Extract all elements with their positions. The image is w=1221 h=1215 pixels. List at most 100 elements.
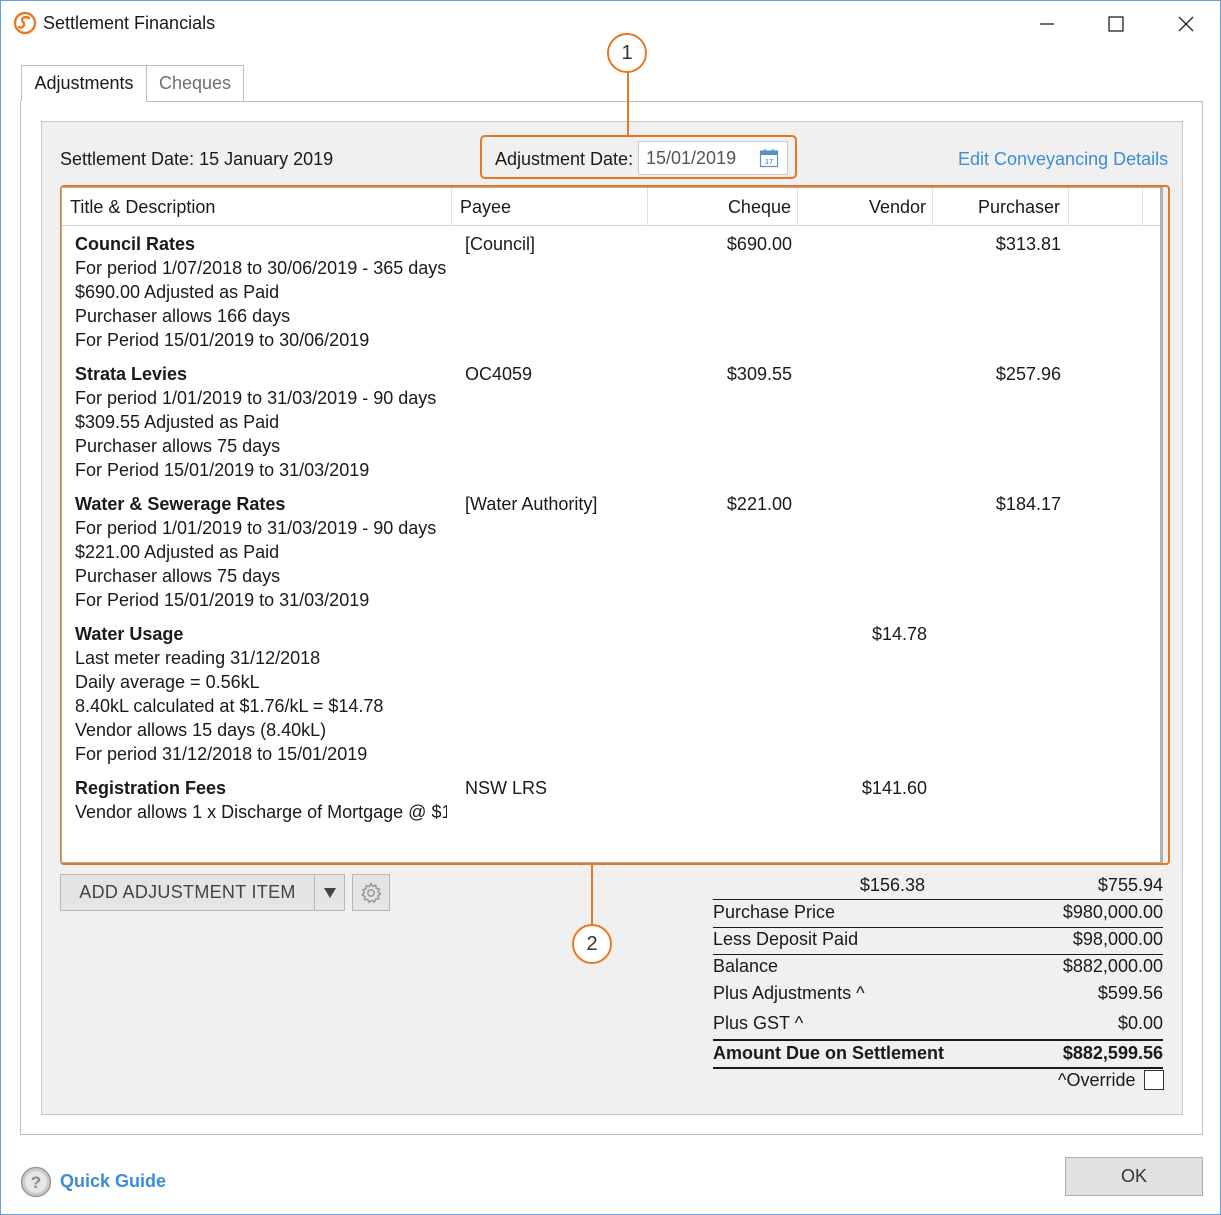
tab-adjustments[interactable]: Adjustments [21, 65, 147, 102]
settings-button[interactable] [352, 874, 390, 911]
column-header-payee[interactable]: Payee [452, 188, 648, 226]
row-title: Strata Levies [75, 364, 188, 384]
caret-down-icon [323, 887, 336, 898]
callout-2-line [591, 865, 593, 924]
maximize-button[interactable] [1096, 9, 1136, 39]
row-description-line: Purchaser allows 166 days [75, 306, 291, 326]
minimize-icon [1040, 23, 1054, 25]
plus-adjustments-label: Plus Adjustments ^ [713, 983, 865, 1003]
row-description-line: Vendor allows 15 days (8.40kL) [75, 720, 327, 740]
help-icon[interactable]: ? [20, 1166, 52, 1198]
deposit-row: Less Deposit Paid $98,000.00 [713, 927, 1163, 954]
grid-header: Title & Description Payee Cheque Vendor … [62, 188, 1162, 226]
column-header-vendor[interactable]: Vendor [798, 188, 933, 226]
row-description-line: $221.00 Adjusted as Paid [75, 542, 280, 562]
totals-divider [713, 1067, 1163, 1069]
row-title-description: Water Usage Last meter reading 31/12/201… [75, 622, 447, 766]
column-header-title[interactable]: Title & Description [62, 188, 452, 226]
row-purchaser: $313.81 [995, 234, 1061, 254]
purchase-price-label: Purchase Price [713, 902, 836, 922]
row-vendor: $141.60 [861, 778, 927, 798]
svg-text:17: 17 [765, 157, 773, 166]
row-description-line: Daily average = 0.56kL [75, 672, 260, 692]
close-icon [1178, 16, 1194, 32]
amount-due-row: Amount Due on Settlement $882,599.56 [713, 1041, 1163, 1068]
maximize-icon [1108, 16, 1124, 32]
row-description-line: Last meter reading 31/12/2018 [75, 648, 321, 668]
quick-guide-link[interactable]: Quick Guide [60, 1171, 166, 1192]
override-checkbox[interactable] [1144, 1070, 1164, 1090]
purchaser-total: $755.94 [1097, 875, 1163, 895]
edit-conveyancing-details-link[interactable]: Edit Conveyancing Details [958, 149, 1168, 170]
callout-1-badge: 1 [607, 33, 647, 73]
row-description-line: For Period 15/01/2019 to 31/03/2019 [75, 590, 370, 610]
row-description-line: Purchaser allows 75 days [75, 566, 281, 586]
settlement-date-text: Settlement Date: 15 January 2019 [60, 149, 334, 169]
row-description-line: Purchaser allows 75 days [75, 436, 281, 456]
table-row[interactable]: Registration Fees Vendor allows 1 x Disc… [62, 776, 1152, 830]
close-button[interactable] [1166, 9, 1206, 39]
row-description-line: $309.55 Adjusted as Paid [75, 412, 280, 432]
row-description-line: For period 1/01/2019 to 31/03/2019 - 90 … [75, 388, 437, 408]
row-title-description: Council Rates For period 1/07/2018 to 30… [75, 232, 447, 352]
svg-text:?: ? [31, 1173, 41, 1192]
window-title: Settlement Financials [43, 13, 216, 33]
column-totals: $156.38 $755.94 [713, 875, 1163, 899]
row-payee: [Council] [465, 234, 536, 254]
row-description-line: For Period 15/01/2019 to 31/03/2019 [75, 460, 370, 480]
row-cheque: $690.00 [726, 234, 792, 254]
calendar-icon[interactable]: 17 [759, 148, 779, 168]
vendor-total: $156.38 [859, 875, 925, 895]
tab-cheques[interactable]: Cheques [146, 65, 244, 102]
amount-due-value: $882,599.56 [1062, 1043, 1163, 1063]
table-row[interactable]: Water & Sewerage Rates For period 1/01/2… [62, 492, 1152, 618]
row-title-description: Strata Levies For period 1/01/2019 to 31… [75, 362, 447, 482]
row-description-line: For period 1/01/2019 to 31/03/2019 - 90 … [75, 518, 437, 538]
callout-2-badge: 2 [572, 924, 612, 964]
grid-scrollbar-edge [1160, 188, 1162, 862]
minimize-button[interactable] [1027, 9, 1067, 39]
row-purchaser: $257.96 [995, 364, 1061, 384]
callout-1-line [627, 73, 629, 135]
row-title: Water Usage [75, 624, 184, 644]
row-payee: NSW LRS [465, 778, 548, 798]
plus-gst-value: $0.00 [1117, 1013, 1163, 1033]
adjustments-grid: Title & Description Payee Cheque Vendor … [61, 187, 1163, 863]
column-header-purchaser[interactable]: Purchaser [933, 188, 1069, 226]
purchase-price-row: Purchase Price $980,000.00 [713, 900, 1163, 927]
deposit-label: Less Deposit Paid [713, 929, 859, 949]
purchase-price-value: $980,000.00 [1062, 902, 1163, 922]
balance-label: Balance [713, 956, 779, 976]
row-description-line: 8.40kL calculated at $1.76/kL = $14.78 [75, 696, 384, 716]
column-header-spacer [1069, 188, 1143, 226]
balance-row: Balance $882,000.00 [713, 954, 1163, 981]
override-label: ^Override [1058, 1070, 1136, 1090]
table-row[interactable]: Strata Levies For period 1/01/2019 to 31… [62, 362, 1152, 488]
add-adjustment-dropdown-button[interactable] [314, 874, 345, 911]
amount-due-label: Amount Due on Settlement [713, 1043, 945, 1063]
row-title: Registration Fees [75, 778, 227, 798]
row-cheque: $309.55 [726, 364, 792, 384]
row-title: Council Rates [75, 234, 196, 254]
row-description-line: For period 1/07/2018 to 30/06/2019 - 365… [75, 258, 447, 278]
app-logo-icon [13, 11, 37, 35]
deposit-value: $98,000.00 [1072, 929, 1163, 949]
row-payee: [Water Authority] [465, 494, 598, 514]
row-description-line: Vendor allows 1 x Discharge of Mortgage … [75, 802, 447, 822]
row-title-description: Registration Fees Vendor allows 1 x Disc… [75, 776, 447, 824]
plus-gst-row: Plus GST ^ $0.00 [713, 1011, 1163, 1038]
row-payee: OC4059 [465, 364, 533, 384]
table-row[interactable]: Council Rates For period 1/07/2018 to 30… [62, 232, 1152, 358]
adjustment-date-label: Adjustment Date: [495, 149, 634, 169]
ok-button[interactable]: OK [1065, 1157, 1203, 1196]
add-adjustment-item-button[interactable]: ADD ADJUSTMENT ITEM [60, 874, 315, 911]
row-description-line: For Period 15/01/2019 to 30/06/2019 [75, 330, 370, 350]
row-cheque: $221.00 [726, 494, 792, 514]
row-vendor: $14.78 [871, 624, 927, 644]
row-description-line: For period 31/12/2018 to 15/01/2019 [75, 744, 368, 764]
row-description-line: $690.00 Adjusted as Paid [75, 282, 280, 302]
column-header-cheque[interactable]: Cheque [648, 188, 798, 226]
table-row[interactable]: Water Usage Last meter reading 31/12/201… [62, 622, 1152, 772]
gear-icon [360, 881, 382, 903]
row-title-description: Water & Sewerage Rates For period 1/01/2… [75, 492, 447, 612]
